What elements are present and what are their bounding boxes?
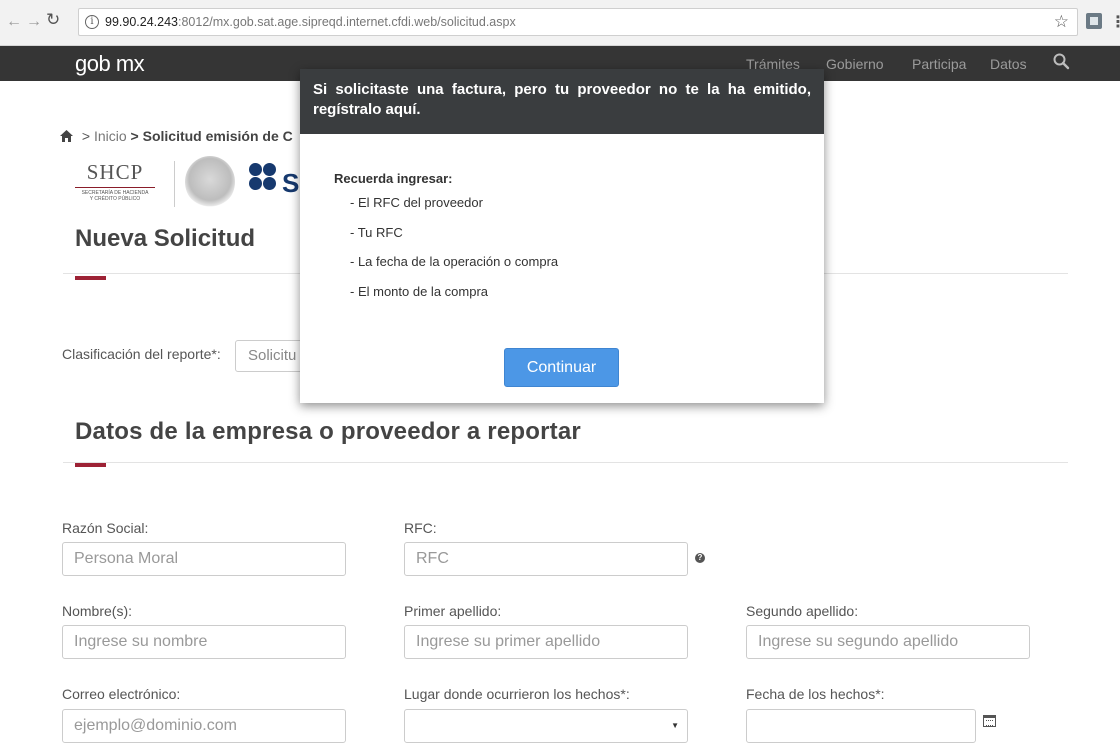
browser-toolbar: ← → ↻ i 99.90.24.243:8012/mx.gob.sat.age… xyxy=(0,0,1120,46)
address-path: :8012/mx.gob.sat.age.sipreqd.internet.cf… xyxy=(178,15,516,29)
sat-logo-letter: S xyxy=(282,168,300,198)
gobmx-logo[interactable]: gob mx xyxy=(75,51,145,77)
info-icon[interactable]: i xyxy=(85,15,99,29)
back-arrow-icon[interactable]: ← xyxy=(6,14,22,30)
lugar-label: Lugar donde ocurrieron los hechos*: xyxy=(404,686,630,702)
fecha-label: Fecha de los hechos*: xyxy=(746,686,885,702)
breadcrumb-current: Solicitud emisión de C xyxy=(142,128,293,144)
home-icon[interactable] xyxy=(60,130,73,142)
national-seal-logo xyxy=(185,156,235,208)
breadcrumb: > Inicio > Solicitud emisión de C xyxy=(60,128,293,144)
nombre-input[interactable]: Ingrese su nombre xyxy=(62,625,346,659)
breadcrumb-separator: > xyxy=(81,128,91,144)
breadcrumb-inicio[interactable]: Inicio xyxy=(94,128,127,144)
calendar-icon[interactable] xyxy=(983,715,996,727)
section-accent-bar xyxy=(75,276,106,280)
shcp-logo-subtitle-2: Y CRÉDITO PÚBLICO xyxy=(89,196,141,202)
modal-list-item: - La fecha de la operación o compra xyxy=(350,254,559,269)
clasificacion-label: Clasificación del reporte*: xyxy=(62,346,221,362)
razon-social-input[interactable]: Persona Moral xyxy=(62,542,346,576)
section-heading-datos: Datos de la empresa o proveedor a report… xyxy=(75,418,581,445)
nav-datos[interactable]: Datos xyxy=(990,56,1027,72)
razon-social-label: Razón Social: xyxy=(62,520,149,536)
info-modal: Si solicitaste una factura, pero tu prov… xyxy=(300,69,824,403)
forward-arrow-icon[interactable]: → xyxy=(26,14,42,30)
address-url[interactable]: 99.90.24.243:8012/mx.gob.sat.age.sipreqd… xyxy=(105,15,516,29)
search-icon[interactable] xyxy=(1052,52,1070,70)
section-accent-bar xyxy=(75,463,106,467)
modal-list-item: - Tu RFC xyxy=(350,224,403,240)
modal-body: Recuerda ingresar: - El RFC del proveedo… xyxy=(334,171,558,312)
browser-menu-icon[interactable]: ⋮ xyxy=(1110,12,1120,32)
correo-input[interactable]: ejemplo@dominio.com xyxy=(62,709,346,743)
shcp-logo-title: SHCP xyxy=(86,160,144,184)
logo-divider xyxy=(174,161,175,207)
correo-label: Correo electrónico: xyxy=(62,686,181,702)
bookmark-star-icon[interactable]: ☆ xyxy=(1054,12,1069,32)
segundo-apellido-label: Segundo apellido: xyxy=(746,603,859,619)
address-bar[interactable]: i 99.90.24.243:8012/mx.gob.sat.age.sipre… xyxy=(78,8,1078,36)
modal-list-item: - El RFC del proveedor xyxy=(350,195,483,210)
modal-title: Si solicitaste una factura, pero tu prov… xyxy=(300,69,824,134)
help-icon[interactable]: ? xyxy=(695,553,705,563)
segundo-apellido-input[interactable]: Ingrese su segundo apellido xyxy=(746,625,1030,659)
continuar-button[interactable]: Continuar xyxy=(504,348,619,387)
modal-list-item: - El monto de la compra xyxy=(350,283,489,299)
nav-gobierno[interactable]: Gobierno xyxy=(826,56,884,72)
rfc-label: RFC: xyxy=(404,520,437,536)
address-host: 99.90.24.243 xyxy=(105,15,178,29)
nav-participa[interactable]: Participa xyxy=(912,56,966,72)
rfc-input[interactable]: RFC xyxy=(404,542,688,576)
lugar-select[interactable]: ▼ xyxy=(404,709,688,743)
page-title: Nueva Solicitud xyxy=(75,225,256,252)
fecha-input[interactable] xyxy=(746,709,976,743)
chevron-down-icon: ▼ xyxy=(671,721,679,730)
nombre-label: Nombre(s): xyxy=(62,603,133,619)
extension-icon[interactable] xyxy=(1086,13,1102,29)
section-divider xyxy=(63,462,1068,463)
reload-icon[interactable]: ↻ xyxy=(46,11,60,28)
shcp-logo: SHCP SECRETARÍA DE HACIENDA Y CRÉDITO PÚ… xyxy=(71,160,159,206)
breadcrumb-separator: > xyxy=(130,128,139,144)
modal-intro: Recuerda ingresar: xyxy=(334,171,453,186)
primer-apellido-input[interactable]: Ingrese su primer apellido xyxy=(404,625,688,659)
primer-apellido-label: Primer apellido: xyxy=(404,603,502,619)
